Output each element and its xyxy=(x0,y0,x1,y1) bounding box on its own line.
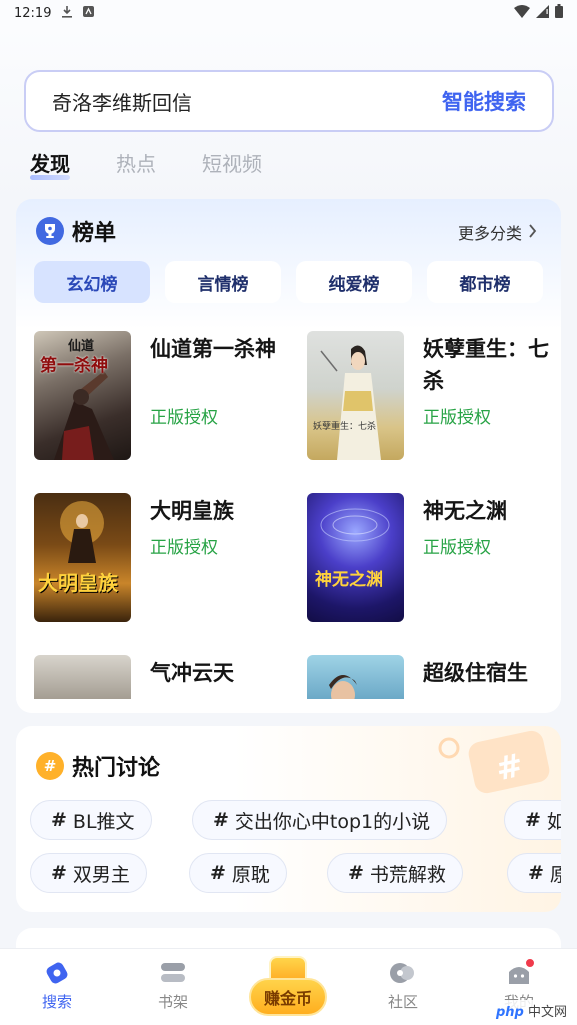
nav-community-label: 社区 xyxy=(387,993,418,1011)
bottom-nav: 搜索 书架 赚金币 社区 我的 xyxy=(0,948,577,1025)
book-cover[interactable]: 仙道 第一杀神 xyxy=(34,331,131,460)
signal-icon xyxy=(536,4,549,22)
book-title[interactable]: 超级住宿生 xyxy=(423,657,555,689)
nav-search[interactable]: 搜索 xyxy=(22,959,92,1012)
search-input[interactable]: 奇洛李维斯回信 xyxy=(52,87,192,116)
watermark: php 中文网 xyxy=(491,1000,571,1021)
ranking-card-bottom xyxy=(16,699,561,713)
cover-title-text: 妖孽重生：七杀 xyxy=(313,422,377,432)
chip-fantasy[interactable]: 玄幻榜 xyxy=(34,261,150,303)
license-tag: 正版授权 xyxy=(423,408,491,428)
hashtag-icon: # xyxy=(525,809,541,831)
tab-discover[interactable]: 发现 xyxy=(30,148,70,180)
cover-title-text: 大明皇族 xyxy=(38,571,118,595)
topic-chip[interactable]: # BL推文 xyxy=(30,800,152,840)
hot-discussion-header: # 热门讨论 xyxy=(36,750,160,782)
more-categories-label: 更多分类 xyxy=(457,224,522,243)
trophy-icon xyxy=(36,217,64,245)
topic-chip[interactable]: # 原 xyxy=(507,853,561,893)
nav-community[interactable]: 社区 xyxy=(368,959,438,1012)
license-tag: 正版授权 xyxy=(423,538,491,558)
status-bar: 12:19 xyxy=(0,0,577,26)
license-tag: 正版授权 xyxy=(150,538,218,558)
community-icon xyxy=(388,959,418,987)
book-item[interactable]: 神无之渊 神无之渊 正版授权 xyxy=(307,493,557,623)
bookshelf-icon xyxy=(158,959,188,987)
status-time: 12:19 xyxy=(14,5,52,21)
tab-hot[interactable]: 热点 xyxy=(116,148,156,177)
book-item[interactable]: 仙道 第一杀神 仙道第一杀神 正版授权 xyxy=(34,331,284,461)
topic-label: 原耽 xyxy=(231,863,270,886)
topic-chip[interactable]: # 书荒解救 xyxy=(327,853,463,893)
cover-title-text: 第一杀神 xyxy=(40,356,108,376)
nav-search-label: 搜索 xyxy=(41,993,72,1011)
smart-search-button[interactable]: 智能搜索 xyxy=(442,86,526,116)
topic-chip[interactable]: # 如 xyxy=(504,800,561,840)
hashtag-icon: # xyxy=(348,862,364,884)
earn-coins-label: 赚金币 xyxy=(249,978,327,1016)
book-title[interactable]: 神无之渊 xyxy=(423,495,555,527)
hashtag-decoration-icon: # xyxy=(438,730,550,794)
chip-urban[interactable]: 都市榜 xyxy=(427,261,543,303)
book-cover[interactable]: 大明皇族 xyxy=(34,493,131,622)
book-title[interactable]: 气冲云天 xyxy=(150,657,282,689)
topic-label: 双男主 xyxy=(72,863,130,886)
top-tabs: 发现 热点 短视频 xyxy=(30,148,262,180)
topic-label: 原 xyxy=(549,863,561,886)
topic-chip[interactable]: # 双男主 xyxy=(30,853,147,893)
book-title[interactable]: 妖孽重生：七杀 xyxy=(423,333,555,397)
earn-coins-button[interactable]: 赚金币 xyxy=(249,956,327,1025)
nav-bookshelf-label: 书架 xyxy=(157,993,188,1011)
notification-app-icon xyxy=(83,5,95,21)
hashtag-icon: # xyxy=(51,862,67,884)
hashtag-icon: # xyxy=(210,862,226,884)
topic-chip[interactable]: # 原耽 xyxy=(189,853,287,893)
watermark-brand: php xyxy=(495,1005,524,1020)
hashtag-icon: # xyxy=(51,809,67,831)
topic-chip[interactable]: # 交出你心中top1的小说 xyxy=(192,800,448,840)
hot-discussion-card: # # 热门讨论 # BL推文 # 交出你心中top1的小说 # 如 # 双男主… xyxy=(16,726,561,912)
book-title[interactable]: 大明皇族 xyxy=(150,495,282,527)
hot-discussion-title: 热门讨论 xyxy=(72,756,161,781)
ranking-card: 榜单 更多分类 玄幻榜 言情榜 纯爱榜 都市榜 仙道 第一杀神 仙道第一杀神 正… xyxy=(16,199,561,713)
more-categories-link[interactable]: 更多分类 xyxy=(458,220,537,244)
battery-icon xyxy=(555,4,563,22)
topic-label: 如 xyxy=(546,810,561,833)
nav-bookshelf[interactable]: 书架 xyxy=(138,959,208,1012)
download-icon xyxy=(61,5,73,22)
notification-dot xyxy=(524,957,536,969)
cover-title-text: 神无之渊 xyxy=(315,570,383,590)
ranking-title: 榜单 xyxy=(72,221,117,246)
book-cover[interactable]: 神无之渊 xyxy=(307,493,404,622)
book-item[interactable]: 妖孽重生：七杀 妖孽重生：七杀 正版授权 xyxy=(307,331,557,461)
hashtag-icon: # xyxy=(528,862,544,884)
ranking-header: 榜单 xyxy=(36,215,116,247)
chip-romance[interactable]: 言情榜 xyxy=(165,261,281,303)
search-nav-icon xyxy=(42,959,72,987)
tab-short-video[interactable]: 短视频 xyxy=(202,148,262,177)
chip-danmei[interactable]: 纯爱榜 xyxy=(296,261,412,303)
search-box[interactable]: 奇洛李维斯回信 智能搜索 xyxy=(24,70,554,132)
chevron-right-icon xyxy=(528,223,537,242)
hashtag-icon: # xyxy=(213,809,229,831)
book-item[interactable]: 大明皇族 大明皇族 正版授权 xyxy=(34,493,284,623)
topic-label: 书荒解救 xyxy=(369,863,446,886)
watermark-text: 中文网 xyxy=(527,1005,567,1020)
book-title[interactable]: 仙道第一杀神 xyxy=(150,333,282,365)
book-cover[interactable]: 妖孽重生：七杀 xyxy=(307,331,404,460)
wifi-icon xyxy=(514,4,530,22)
license-tag: 正版授权 xyxy=(150,408,218,428)
hashtag-icon: # xyxy=(36,752,64,780)
ranking-chips: 玄幻榜 言情榜 纯爱榜 都市榜 xyxy=(34,261,543,303)
topic-label: BL推文 xyxy=(72,810,135,833)
topic-label: 交出你心中top1的小说 xyxy=(234,810,431,833)
profile-icon xyxy=(504,957,536,987)
